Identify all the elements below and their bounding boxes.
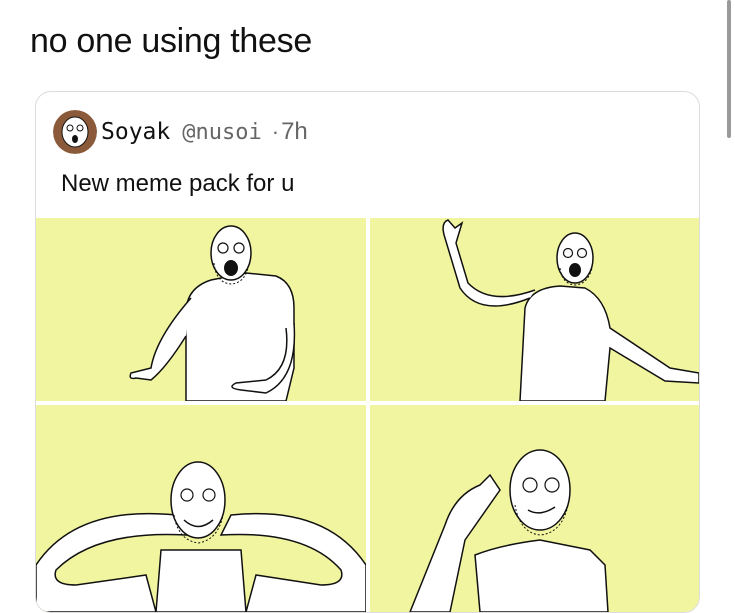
wojak-wave-image xyxy=(442,219,699,401)
author-handle[interactable]: @nusoi xyxy=(182,120,261,145)
meme-panel-wave[interactable] xyxy=(370,218,699,401)
avatar[interactable] xyxy=(53,110,97,154)
meme-panel-smug[interactable] xyxy=(370,405,699,612)
separator-dot: · xyxy=(271,119,280,144)
wojak-relaxed-image xyxy=(36,461,366,612)
meme-panel-relaxed[interactable] xyxy=(36,405,366,612)
timestamp[interactable]: 7h xyxy=(281,118,308,146)
quoted-tweet-card[interactable]: Soyak @nusoi · 7h New meme pack for u xyxy=(35,91,700,613)
quoted-tweet-header: Soyak @nusoi · 7h xyxy=(53,110,308,154)
meme-panel-shrug[interactable] xyxy=(36,218,366,401)
quoted-tweet-text: New meme pack for u xyxy=(61,170,295,197)
tweet-text: no one using these xyxy=(30,22,312,60)
scrollbar[interactable] xyxy=(727,0,731,138)
wojak-smug-image xyxy=(409,449,609,612)
author-name[interactable]: Soyak xyxy=(101,119,170,145)
wojak-shrug-image xyxy=(129,225,296,401)
